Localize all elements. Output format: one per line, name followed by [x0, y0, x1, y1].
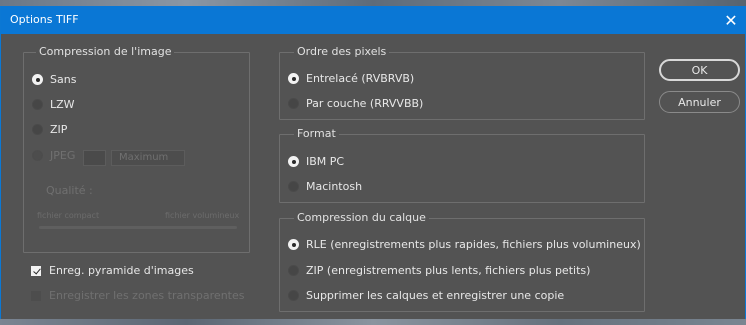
image-compression-legend: Compression de l'image	[36, 45, 175, 58]
radio-indicator	[32, 99, 43, 110]
radio-indicator	[32, 150, 43, 161]
radio-label: JPEG	[50, 149, 76, 162]
checkbox-label: Enreg. pyramide d'images	[49, 264, 194, 277]
radio-compression-zip[interactable]: ZIP	[32, 123, 67, 136]
quality-input	[83, 150, 106, 166]
radio-format-macintosh[interactable]: Macintosh	[288, 180, 362, 193]
radio-label: Macintosh	[306, 180, 363, 193]
radio-format-ibm-pc[interactable]: IBM PC	[288, 155, 344, 168]
format-legend: Format	[294, 127, 339, 140]
window-title: Options TIFF	[10, 13, 79, 26]
checkbox-indicator	[31, 265, 41, 276]
pixel-order-group: Ordre des pixels Entrelacé (RVBRVB) Par …	[279, 45, 645, 120]
radio-indicator	[288, 98, 299, 109]
cancel-button[interactable]: Annuler	[659, 91, 740, 113]
radio-indicator	[32, 74, 43, 85]
radio-compression-lzw[interactable]: LZW	[32, 98, 75, 111]
radio-layer-zip[interactable]: ZIP (enregistrements plus lents, fichier…	[288, 264, 590, 277]
radio-label: Sans	[50, 73, 77, 86]
quality-label: Qualité :	[46, 184, 93, 197]
quality-select: Maximum	[111, 150, 185, 166]
radio-indicator	[288, 156, 299, 167]
radio-label: ZIP (enregistrements plus lents, fichier…	[306, 264, 591, 277]
radio-label: IBM PC	[306, 155, 345, 168]
close-icon[interactable]: ✕	[717, 6, 745, 34]
checkbox-save-transparency: Enregistrer les zones transparentes	[31, 289, 244, 302]
radio-compression-none[interactable]: Sans	[32, 73, 76, 86]
checkbox-indicator	[31, 290, 41, 301]
checkbox-label: Enregistrer les zones transparentes	[49, 289, 245, 302]
tiff-options-dialog: Options TIFF ✕ Compression de l'image Sa…	[0, 6, 746, 319]
radio-label: Par couche (RRVVBB)	[306, 97, 424, 110]
background-desktop-bottom	[0, 319, 746, 325]
radio-label: RLE (enregistrements plus rapides, fichi…	[306, 238, 641, 251]
radio-indicator	[288, 239, 299, 250]
radio-label: Supprimer les calques et enregistrer une…	[306, 289, 565, 302]
radio-layer-rle[interactable]: RLE (enregistrements plus rapides, fichi…	[288, 238, 641, 251]
radio-indicator	[32, 124, 43, 135]
layer-compression-legend: Compression du calque	[294, 211, 429, 224]
radio-compression-jpeg: JPEG	[32, 149, 75, 162]
large-file-label: fichier volumineux	[165, 211, 240, 220]
quality-slider	[39, 226, 237, 229]
compact-file-label: fichier compact	[37, 211, 100, 220]
radio-indicator	[288, 265, 299, 276]
radio-layer-discard[interactable]: Supprimer les calques et enregistrer une…	[288, 289, 564, 302]
radio-pixel-interleaved[interactable]: Entrelacé (RVBRVB)	[288, 72, 414, 85]
radio-indicator	[288, 181, 299, 192]
radio-label: LZW	[50, 98, 75, 111]
radio-indicator	[288, 290, 299, 301]
title-bar[interactable]: Options TIFF ✕	[1, 6, 745, 34]
format-group: Format IBM PC Macintosh	[279, 127, 645, 203]
radio-label: ZIP	[50, 123, 68, 136]
ok-button[interactable]: OK	[659, 59, 740, 81]
radio-indicator	[288, 73, 299, 84]
radio-pixel-per-channel[interactable]: Par couche (RRVVBB)	[288, 97, 423, 110]
layer-compression-group: Compression du calque RLE (enregistremen…	[279, 211, 645, 312]
checkbox-save-pyramid[interactable]: Enreg. pyramide d'images	[31, 264, 194, 277]
pixel-order-legend: Ordre des pixels	[294, 45, 390, 58]
radio-label: Entrelacé (RVBRVB)	[306, 72, 415, 85]
